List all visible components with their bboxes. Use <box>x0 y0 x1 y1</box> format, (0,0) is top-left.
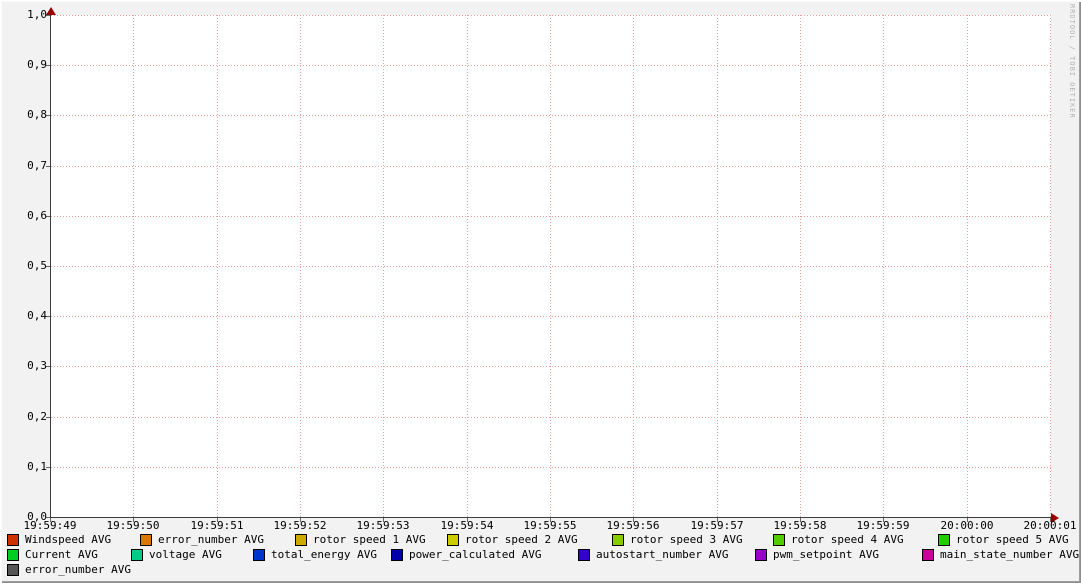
legend-label: rotor speed 3 AVG <box>630 533 743 547</box>
v-gridline <box>1050 15 1051 517</box>
legend-label: rotor speed 2 AVG <box>465 533 578 547</box>
legend-item: rotor speed 1 AVG <box>295 533 426 547</box>
x-axis-tick-label: 19:59:55 <box>524 519 577 532</box>
y-axis-tick-label: 0,1 <box>4 461 47 473</box>
h-gridline <box>51 366 1051 367</box>
legend-item: rotor speed 2 AVG <box>447 533 578 547</box>
h-gridline <box>51 115 1051 116</box>
legend-item: Current AVG <box>7 548 98 562</box>
legend-swatch <box>7 549 19 561</box>
x-axis-tick-label: 19:59:51 <box>191 519 244 532</box>
h-gridline <box>51 417 1051 418</box>
h-gridline <box>51 266 1051 267</box>
y-axis-tick-label: 0,5 <box>4 260 47 272</box>
legend-swatch <box>938 534 950 546</box>
legend-label: Current AVG <box>25 548 98 562</box>
legend-item: rotor speed 4 AVG <box>773 533 904 547</box>
h-gridline <box>51 15 1051 16</box>
x-axis-tick-label: 19:59:57 <box>691 519 744 532</box>
x-axis-tick-label: 19:59:54 <box>441 519 494 532</box>
legend-swatch <box>612 534 624 546</box>
y-axis-tick-label: 0,3 <box>4 360 47 372</box>
legend-item: voltage AVG <box>131 548 222 562</box>
legend-label: main_state_number AVG <box>940 548 1079 562</box>
x-axis-tick-label: 19:59:50 <box>107 519 160 532</box>
legend-label: error_number AVG <box>25 563 131 577</box>
legend-swatch <box>773 534 785 546</box>
rrdtool-graph-image: 1,00,90,80,70,60,50,40,30,20,10,0 19:59:… <box>0 0 1081 583</box>
legend-swatch <box>295 534 307 546</box>
y-axis-tick-label: 0,6 <box>4 210 47 222</box>
x-axis-tick-label: 19:59:52 <box>274 519 327 532</box>
x-axis-tick-label: 19:59:59 <box>857 519 910 532</box>
legend-label: rotor speed 1 AVG <box>313 533 426 547</box>
v-gridline <box>967 15 968 517</box>
legend-label: Windspeed AVG <box>25 533 111 547</box>
y-axis-tick-label: 0,7 <box>4 160 47 172</box>
x-axis-tick-label: 20:00:01 <box>1024 519 1077 532</box>
legend-label: autostart_number AVG <box>596 548 728 562</box>
y-axis-tick-label: 0,4 <box>4 310 47 322</box>
legend-swatch <box>140 534 152 546</box>
v-gridline <box>217 15 218 517</box>
x-axis-tick-label: 19:59:49 <box>24 519 77 532</box>
legend-swatch <box>7 534 19 546</box>
v-gridline <box>717 15 718 517</box>
v-gridline <box>883 15 884 517</box>
legend-swatch <box>755 549 767 561</box>
x-axis-tick-label: 19:59:53 <box>357 519 410 532</box>
v-gridline <box>800 15 801 517</box>
legend-label: power_calculated AVG <box>409 548 541 562</box>
legend-item: power_calculated AVG <box>391 548 541 562</box>
h-gridline <box>51 316 1051 317</box>
h-gridline <box>51 216 1051 217</box>
watermark-text: RRDTOOL / TOBI OETIKER <box>1068 4 1076 119</box>
legend-item: error_number AVG <box>7 563 131 577</box>
legend-label: rotor speed 4 AVG <box>791 533 904 547</box>
legend-label: error_number AVG <box>158 533 264 547</box>
h-gridline <box>51 166 1051 167</box>
v-gridline <box>633 15 634 517</box>
y-axis-tick-label: 0,8 <box>4 109 47 121</box>
legend-item: autostart_number AVG <box>578 548 728 562</box>
legend-item: main_state_number AVG <box>922 548 1079 562</box>
v-gridline <box>467 15 468 517</box>
legend-label: voltage AVG <box>149 548 222 562</box>
v-gridline <box>300 15 301 517</box>
x-axis-tick-label: 19:59:56 <box>607 519 660 532</box>
legend-swatch <box>447 534 459 546</box>
legend-item: pwm_setpoint AVG <box>755 548 879 562</box>
x-axis-tick-label: 19:59:58 <box>774 519 827 532</box>
legend-swatch <box>922 549 934 561</box>
y-axis <box>50 10 51 518</box>
legend-item: rotor speed 5 AVG <box>938 533 1069 547</box>
v-gridline <box>133 15 134 517</box>
h-gridline <box>51 65 1051 66</box>
legend-swatch <box>7 564 19 576</box>
y-axis-arrow-icon <box>46 7 56 15</box>
v-gridline <box>383 15 384 517</box>
y-axis-tick-label: 0,2 <box>4 411 47 423</box>
legend-label: pwm_setpoint AVG <box>773 548 879 562</box>
legend-item: Windspeed AVG <box>7 533 111 547</box>
v-gridline <box>550 15 551 517</box>
legend-item: error_number AVG <box>140 533 264 547</box>
legend-swatch <box>578 549 590 561</box>
y-axis-tick-label: 0,9 <box>4 59 47 71</box>
legend-label: total_energy AVG <box>271 548 377 562</box>
legend-swatch <box>391 549 403 561</box>
legend-label: rotor speed 5 AVG <box>956 533 1069 547</box>
x-axis <box>50 517 1053 518</box>
y-axis-tick-label: 1,0 <box>4 9 47 21</box>
h-gridline <box>51 467 1051 468</box>
legend-swatch <box>253 549 265 561</box>
legend-item: rotor speed 3 AVG <box>612 533 743 547</box>
legend-swatch <box>131 549 143 561</box>
legend-item: total_energy AVG <box>253 548 377 562</box>
x-axis-tick-label: 20:00:00 <box>941 519 994 532</box>
